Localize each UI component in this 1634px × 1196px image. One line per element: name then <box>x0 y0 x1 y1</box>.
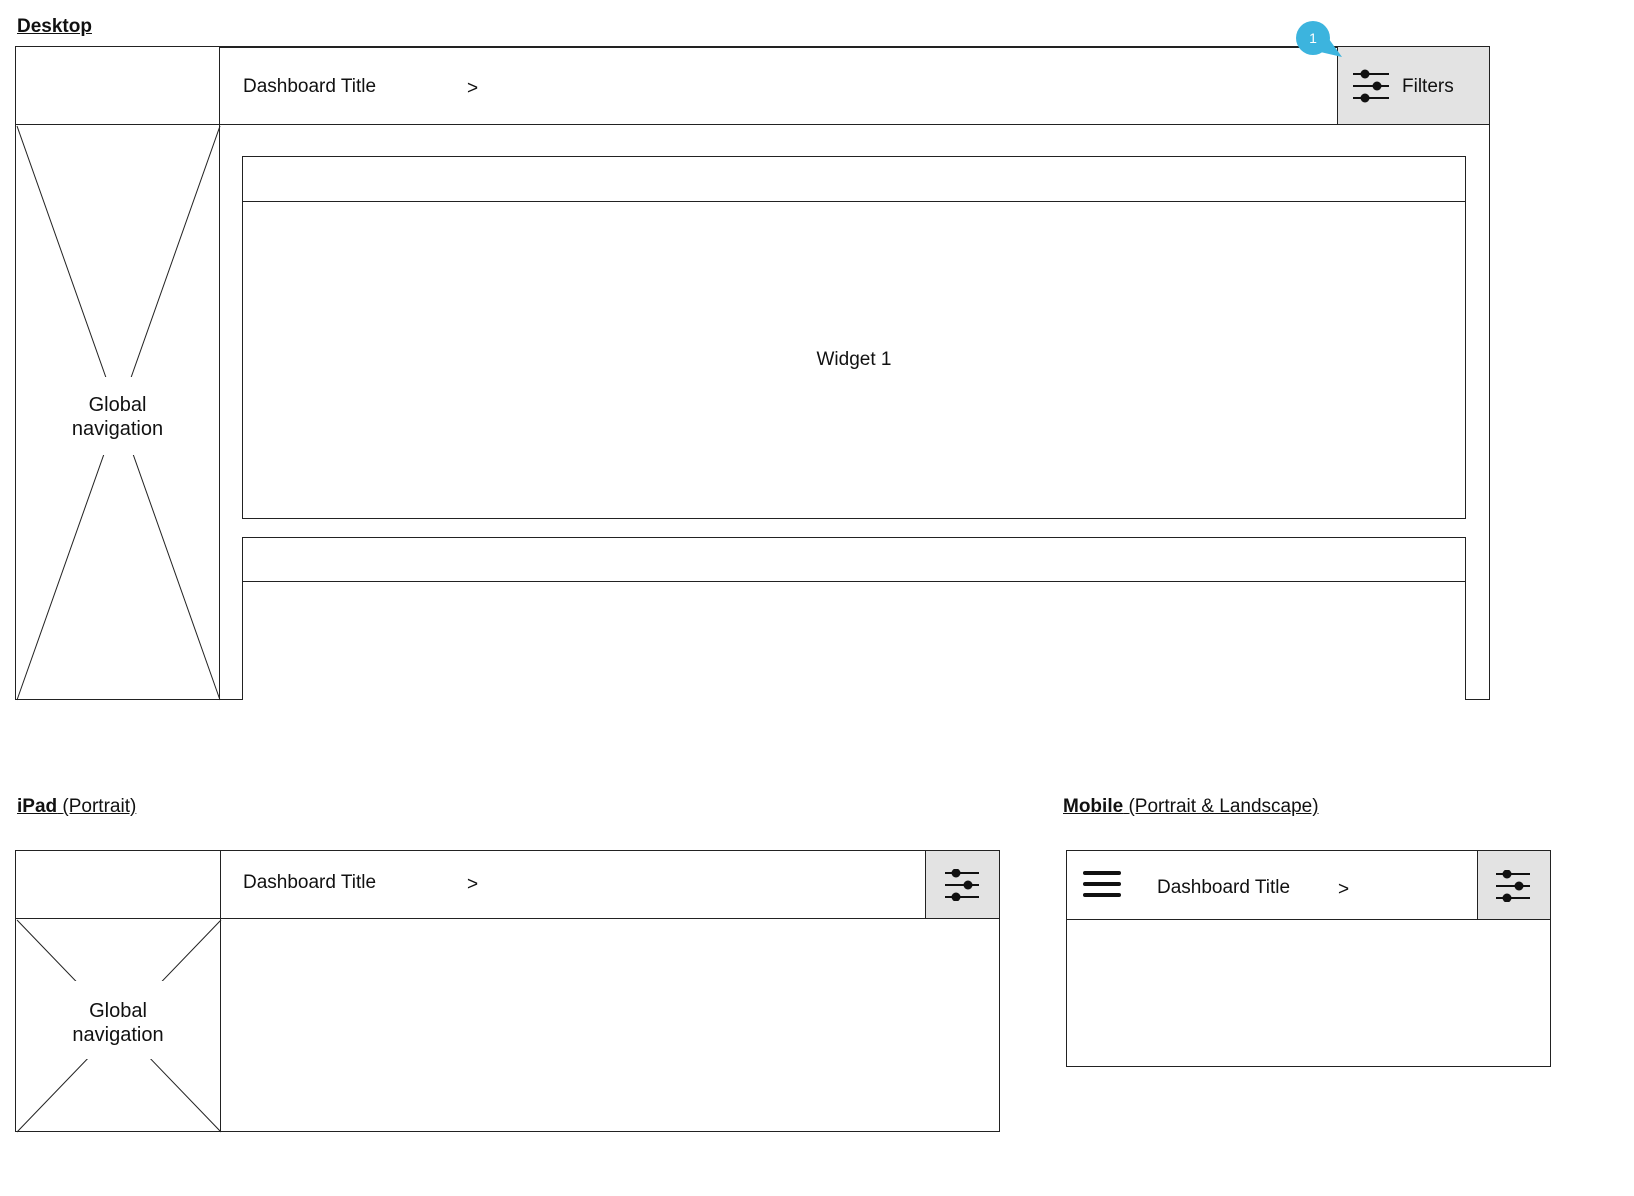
widget1-label: Widget 1 <box>816 349 892 370</box>
desktop-breadcrumb-chevron[interactable]: > <box>467 78 478 100</box>
sliders-icon <box>1352 69 1390 103</box>
ipad-breadcrumb-chevron[interactable]: > <box>467 874 478 896</box>
ipad-dashboard-title: Dashboard Title <box>243 872 377 893</box>
nav-label-line1: Global <box>88 394 147 416</box>
mobile-breadcrumb-chevron[interactable]: > <box>1338 879 1349 901</box>
widget2-header <box>242 537 1466 582</box>
sliders-icon <box>944 869 980 901</box>
sliders-icon <box>1495 870 1531 902</box>
widget1-header <box>242 156 1466 202</box>
desktop-logo-area <box>15 46 220 125</box>
ipad-heading: iPad (Portrait) <box>17 796 137 817</box>
ipad-nav-placeholder-label: Global navigation <box>56 981 180 1059</box>
widget2-body <box>242 581 1466 700</box>
annotation-badge-number: 1 <box>1296 21 1330 55</box>
hamburger-menu-icon[interactable] <box>1083 871 1121 904</box>
annotation-badge: 1 <box>1296 21 1346 61</box>
mobile-filters-button[interactable] <box>1477 850 1551 920</box>
desktop-heading: Desktop <box>17 16 92 37</box>
desktop-filters-button[interactable]: Filters <box>1337 46 1490 125</box>
desktop-nav-placeholder-label: Global navigation <box>56 377 179 455</box>
desktop-filters-label: Filters <box>1402 76 1454 97</box>
ipad-filters-button[interactable] <box>925 850 1000 919</box>
nav-label-line2: navigation <box>71 418 164 440</box>
ipad-nav-label-line2: navigation <box>72 1024 164 1046</box>
ipad-nav-label-line1: Global <box>89 1000 147 1022</box>
mobile-heading: Mobile (Portrait & Landscape) <box>1063 796 1319 817</box>
mobile-dashboard-title: Dashboard Title <box>1157 877 1291 898</box>
desktop-dashboard-title: Dashboard Title <box>243 76 377 97</box>
ipad-logo-area <box>15 850 221 919</box>
desktop-global-navigation-placeholder: Global navigation <box>15 124 221 701</box>
ipad-global-navigation-placeholder: Global navigation <box>15 918 222 1133</box>
widget1-body: Widget 1 <box>242 201 1466 519</box>
